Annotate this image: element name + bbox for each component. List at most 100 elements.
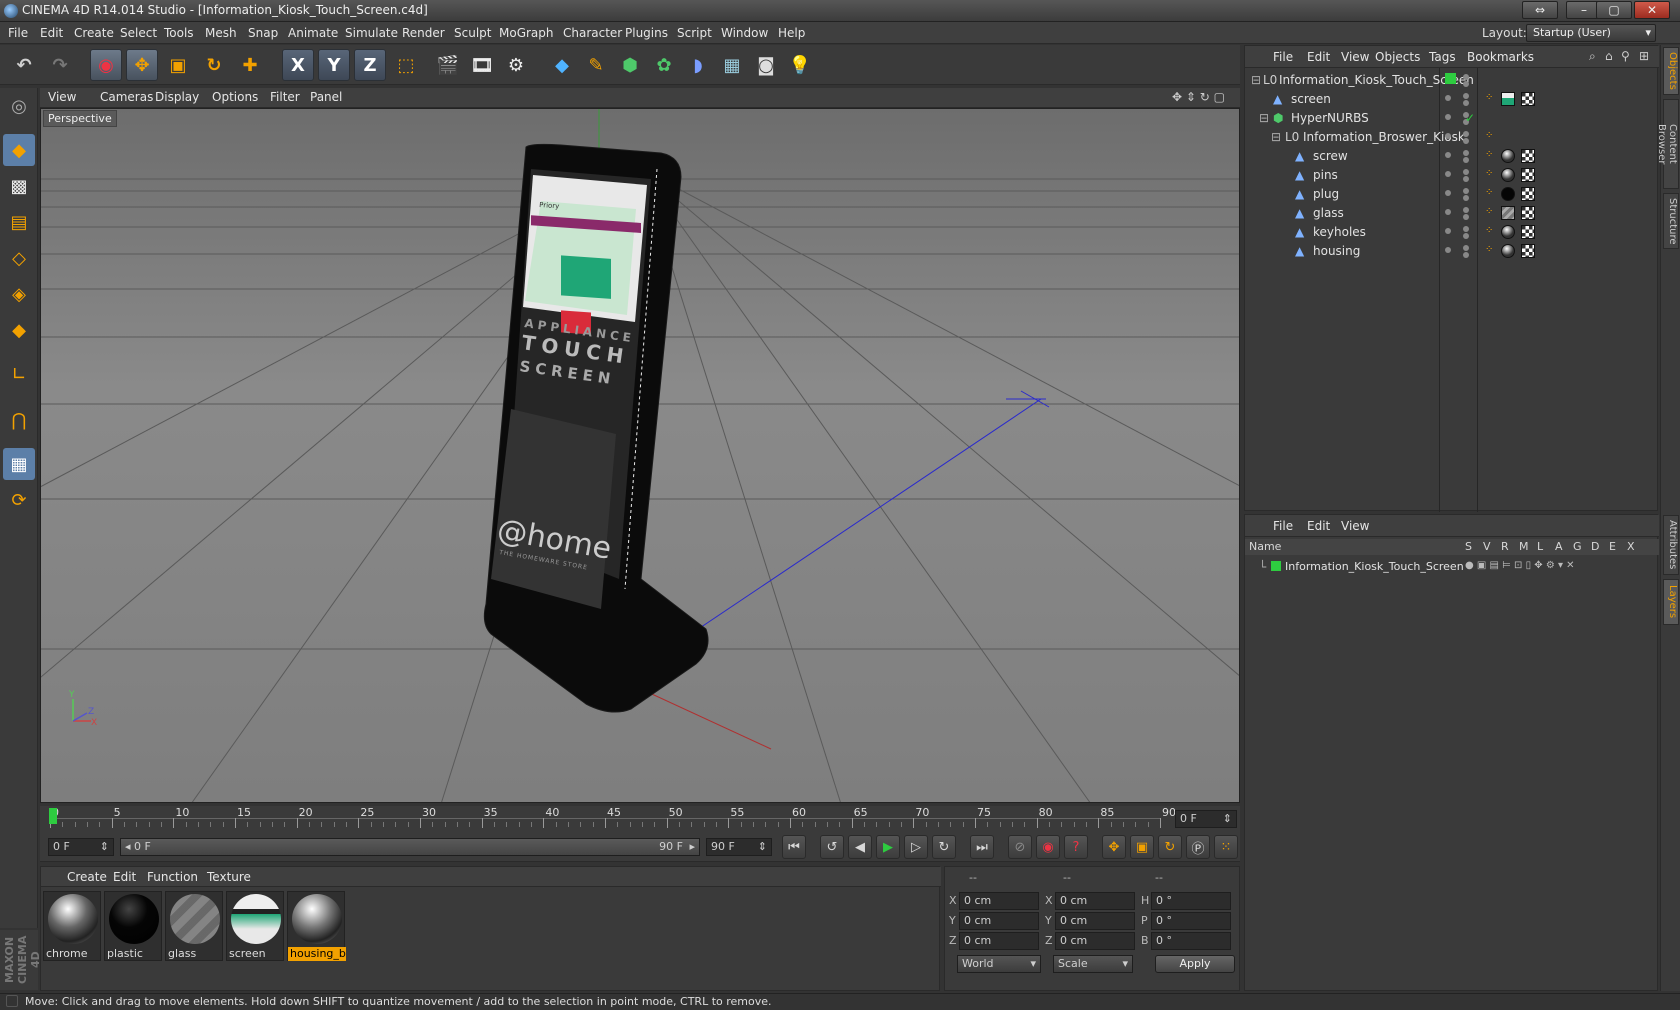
move-icon[interactable]: ✥ xyxy=(126,49,158,81)
floor-icon[interactable]: ▦ xyxy=(716,49,748,81)
menu-edit[interactable]: Edit xyxy=(40,26,63,40)
prev-frame-icon[interactable]: ◀ xyxy=(848,835,872,859)
menu-help[interactable]: Help xyxy=(778,26,805,40)
start-frame-field[interactable]: 0 F ⇕ xyxy=(48,838,114,856)
y-axis-icon[interactable]: Y xyxy=(318,49,350,81)
go-to-start-icon[interactable]: ⏮ xyxy=(782,835,806,859)
menu-plugins[interactable]: Plugins xyxy=(625,26,668,40)
make-editable-icon[interactable]: ◎ xyxy=(3,90,35,122)
key-rotation-icon[interactable]: ↻ xyxy=(1158,835,1182,859)
viewport-menu-options[interactable]: Options xyxy=(212,90,258,104)
object-row[interactable]: ▲ housing ⁘ xyxy=(1245,241,1659,261)
scale-icon[interactable]: ▣ xyxy=(162,49,194,81)
edge-mode-icon[interactable]: ◈ xyxy=(3,278,35,310)
object-row[interactable]: ▲ screen ⁘ xyxy=(1245,89,1659,109)
object-row[interactable]: ▲ pins ⁘ xyxy=(1245,165,1659,185)
home-icon[interactable]: ⌂ xyxy=(1605,49,1613,63)
menu-create[interactable]: Create xyxy=(74,26,114,40)
material-housing-b[interactable]: housing_b xyxy=(287,891,346,961)
viewport-nav-icons[interactable]: ✥ ⇕ ↻ ▢ xyxy=(1172,90,1225,104)
object-row[interactable]: ⊟ L0 Information_Broswer_Kiosk ⁘ xyxy=(1245,127,1659,147)
menu-script[interactable]: Script xyxy=(677,26,712,40)
playhead[interactable] xyxy=(49,808,57,824)
prev-key-icon[interactable]: ↺ xyxy=(820,835,844,859)
menu-simulate[interactable]: Simulate xyxy=(345,26,398,40)
resize-button[interactable]: ⇔ xyxy=(1522,1,1558,19)
viewport-menu-panel[interactable]: Panel xyxy=(310,90,342,104)
apply-button[interactable]: Apply xyxy=(1155,955,1235,973)
material-menu-create[interactable]: Create xyxy=(67,870,107,884)
coordinate-system-icon[interactable]: ⬚ xyxy=(390,49,422,81)
subdivision-icon[interactable]: ⬢ xyxy=(614,49,646,81)
menu-mograph[interactable]: MoGraph xyxy=(499,26,554,40)
timeline-ruler[interactable]: 051015202530354045505560657075808590 0 F… xyxy=(40,806,1240,832)
model-mode-icon[interactable]: ◆ xyxy=(3,134,35,166)
keyframe-selection-icon[interactable]: ? xyxy=(1064,835,1088,859)
axis-mode-icon[interactable]: ∟ xyxy=(3,358,35,390)
objects-menu-objects[interactable]: Objects xyxy=(1375,50,1420,64)
light-icon[interactable]: 💡 xyxy=(784,49,816,81)
deformer-icon[interactable]: ◗ xyxy=(682,49,714,81)
go-to-end-icon[interactable]: ⏭ xyxy=(970,835,994,859)
material-menu-function[interactable]: Function xyxy=(147,870,198,884)
x-axis-icon[interactable]: X xyxy=(282,49,314,81)
material-menu-edit[interactable]: Edit xyxy=(113,870,136,884)
size-x-field[interactable]: 0 cm xyxy=(1055,892,1135,910)
object-row[interactable]: ⊟ ⬢ HyperNURBS ✓ xyxy=(1245,108,1659,128)
objects-menu-tags[interactable]: Tags xyxy=(1429,50,1456,64)
tab-content-browser[interactable]: Content Browser xyxy=(1656,99,1679,189)
layers-menu-view[interactable]: View xyxy=(1341,519,1369,533)
snap-grid-icon[interactable]: ▦ xyxy=(3,448,35,480)
current-frame-field[interactable]: 0 F ⇕ xyxy=(1175,810,1237,828)
key-parameter-icon[interactable]: Ⓟ xyxy=(1186,835,1210,859)
menu-file[interactable]: File xyxy=(8,26,28,40)
objects-menu-edit[interactable]: Edit xyxy=(1307,50,1330,64)
object-row[interactable]: ⊟ L0 Information_Kiosk_Touch_Screen xyxy=(1245,70,1659,90)
viewport-menu-filter[interactable]: Filter xyxy=(270,90,300,104)
polygon-mode-icon[interactable]: ◆ xyxy=(3,314,35,346)
viewport-menu-view[interactable]: View xyxy=(48,90,76,104)
key-scale-icon[interactable]: ▣ xyxy=(1130,835,1154,859)
key-pla-icon[interactable]: ⁙ xyxy=(1214,835,1238,859)
material-chrome[interactable]: chrome xyxy=(43,891,101,961)
layers-menu-edit[interactable]: Edit xyxy=(1307,519,1330,533)
tab-layers[interactable]: Layers xyxy=(1663,579,1679,625)
material-glass[interactable]: glass xyxy=(165,891,223,961)
edit-render-settings-icon[interactable]: ⚙ xyxy=(500,49,532,81)
autokey-icon[interactable]: ◉ xyxy=(1036,835,1060,859)
menu-mesh[interactable]: Mesh xyxy=(205,26,237,40)
position-y-field[interactable]: 0 cm xyxy=(959,912,1039,930)
3d-viewport[interactable]: Priory APPLIANCE TOUCH SCREEN @home THE … xyxy=(40,108,1240,803)
close-button[interactable]: ✕ xyxy=(1634,1,1670,19)
z-axis-icon[interactable]: Z xyxy=(354,49,386,81)
menu-character[interactable]: Character xyxy=(563,26,622,40)
render-view-icon[interactable]: 🎬 xyxy=(432,49,464,81)
size-y-field[interactable]: 0 cm xyxy=(1055,912,1135,930)
rotation-p-field[interactable]: 0 ° xyxy=(1151,912,1231,930)
rotation-h-field[interactable]: 0 ° xyxy=(1151,892,1231,910)
render-picture-viewer-icon[interactable]: 🎞 xyxy=(466,49,498,81)
menu-sculpt[interactable]: Sculpt xyxy=(454,26,491,40)
tab-structure[interactable]: Structure xyxy=(1663,193,1679,249)
camera-icon[interactable]: ◙ xyxy=(750,49,782,81)
object-row[interactable]: ▲ screw ⁘ xyxy=(1245,146,1659,166)
next-key-icon[interactable]: ↻ xyxy=(932,835,956,859)
material-plastic[interactable]: plastic xyxy=(104,891,162,961)
range-slider[interactable]: ◂ 0 F 90 F ▸ xyxy=(120,838,700,856)
live-select-icon[interactable]: ◉ xyxy=(90,49,122,81)
object-row[interactable]: ▲ glass ⁘ xyxy=(1245,203,1659,223)
cloner-icon[interactable]: ✿ xyxy=(648,49,680,81)
new-window-icon[interactable]: ⊞ xyxy=(1639,49,1649,63)
key-position-icon[interactable]: ✥ xyxy=(1102,835,1126,859)
create-object-icon[interactable]: ✚ xyxy=(234,49,266,81)
texture-mode-icon[interactable]: ▩ xyxy=(3,170,35,202)
layers-menu-file[interactable]: File xyxy=(1273,519,1293,533)
layout-select[interactable]: Startup (User) ▾ xyxy=(1526,24,1656,42)
play-icon[interactable]: ▶ xyxy=(876,835,900,859)
point-mode-icon[interactable]: ◇ xyxy=(3,242,35,274)
layer-row[interactable]: └ Information_Kiosk_Touch_Screen ● ▣ ▤ ⊨… xyxy=(1245,557,1659,577)
objects-menu-file[interactable]: File xyxy=(1273,50,1293,64)
lock-icon[interactable]: ⚲ xyxy=(1621,49,1630,63)
end-frame-field[interactable]: 90 F ⇕ xyxy=(706,838,772,856)
object-row[interactable]: ▲ plug ⁘ xyxy=(1245,184,1659,204)
